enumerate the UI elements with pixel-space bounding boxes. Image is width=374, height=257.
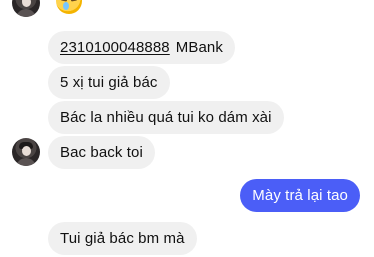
message-text: Tui giả bác bm mà (60, 230, 185, 247)
message-bubble[interactable]: Bác la nhiều quá tui ko dám xài (48, 101, 284, 134)
emoji-eye-right (70, 0, 78, 2)
message-text: Bác la nhiều quá tui ko dám xài (60, 109, 272, 126)
account-number-link[interactable]: 2310100048888 (60, 39, 170, 56)
message-text: Bac back toi (60, 144, 143, 161)
avatar-face (22, 146, 31, 156)
message-text: 5 xị tui giả bác (60, 74, 158, 91)
message-bubble[interactable]: 5 xị tui giả bác (48, 66, 170, 99)
bank-name: MBank (175, 39, 223, 56)
message-text: Mày trả lại tao (252, 187, 348, 204)
message-bubble-bank-info[interactable]: 2310100048888 MBank (48, 31, 235, 64)
avatar-shirt (16, 158, 36, 166)
avatar-shirt (16, 9, 36, 17)
message-bubble[interactable]: Bac back toi (48, 136, 155, 169)
contact-avatar[interactable] (12, 0, 40, 17)
message-bubble[interactable]: Tui giả bác bm mà (48, 222, 197, 255)
contact-avatar[interactable] (12, 138, 40, 166)
crying-face-emoji (56, 0, 82, 14)
sent-message-bubble[interactable]: Mày trả lại tao (240, 179, 360, 212)
avatar-face (22, 0, 31, 7)
emoji-tear (63, 2, 69, 10)
